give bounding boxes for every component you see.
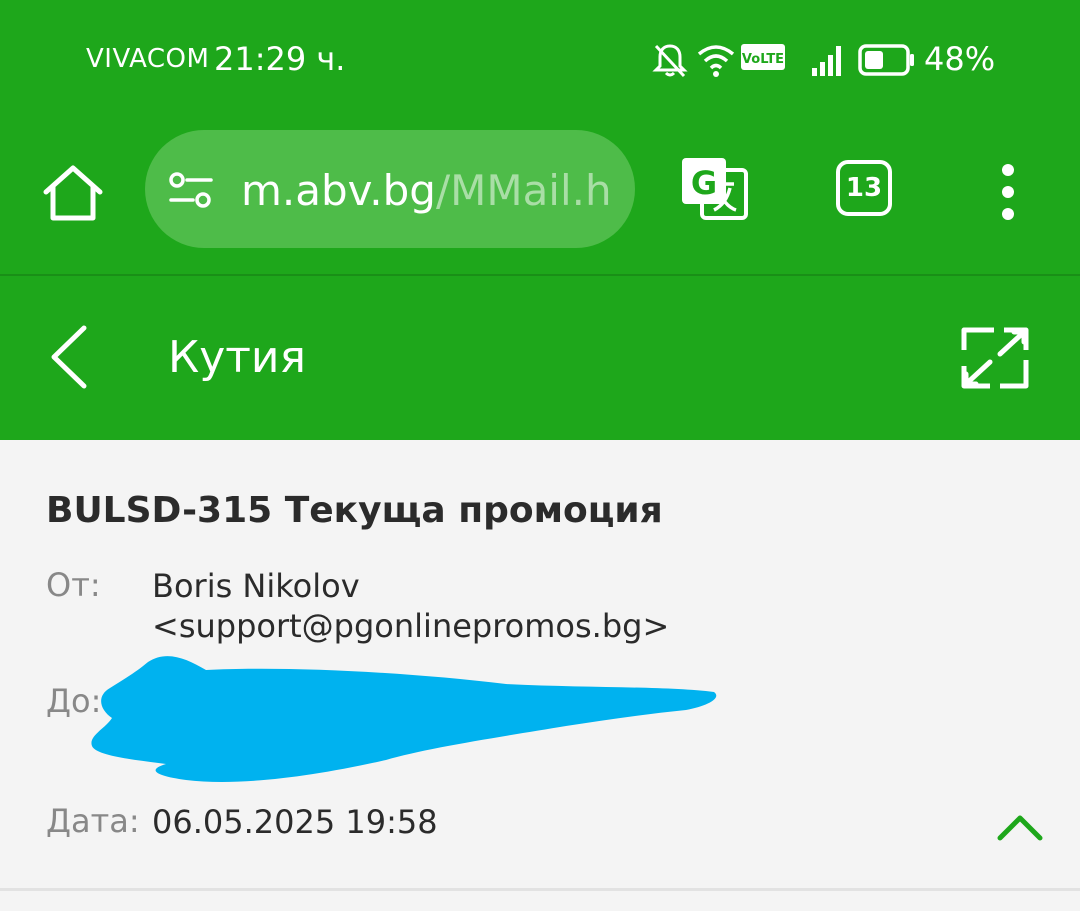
volte-icon: VoLTE bbox=[741, 44, 785, 70]
tabs-count-button[interactable]: 13 bbox=[836, 160, 892, 216]
carrier-name: VIVACOM bbox=[86, 44, 210, 74]
battery-icon bbox=[858, 44, 914, 76]
back-arrow-icon[interactable] bbox=[40, 322, 100, 392]
from-label: От: bbox=[46, 566, 101, 604]
battery-level-fill bbox=[865, 51, 883, 69]
bell-off-icon bbox=[652, 44, 688, 78]
message-details: BULSD-315 Текуща промоция От: Boris Niko… bbox=[0, 440, 1080, 911]
translate-icon[interactable]: G bbox=[678, 154, 750, 226]
tune-icon[interactable] bbox=[167, 170, 215, 210]
message-subject: BULSD-315 Текуща промоция bbox=[46, 490, 663, 531]
mail-header-bar: Кутия bbox=[0, 276, 1080, 440]
signal-icon bbox=[812, 46, 841, 76]
url-path: /MMail.h bbox=[435, 166, 612, 215]
details-divider bbox=[0, 888, 1080, 891]
battery-percent: 48% bbox=[924, 40, 996, 78]
redaction-scribble bbox=[91, 656, 717, 782]
date-label: Дата: bbox=[46, 802, 140, 840]
chevron-up-icon[interactable] bbox=[996, 808, 1044, 844]
expand-icon[interactable] bbox=[960, 326, 1030, 390]
address-bar[interactable]: m.abv.bg/MMail.h bbox=[145, 130, 635, 248]
from-value[interactable]: Boris Nikolov <support@pgonlinepromos.bg… bbox=[152, 566, 669, 646]
url-text[interactable]: m.abv.bg/MMail.h bbox=[241, 166, 612, 215]
from-email: <support@pgonlinepromos.bg> bbox=[152, 607, 670, 645]
more-vert-icon[interactable] bbox=[990, 162, 1026, 222]
from-name: Boris Nikolov bbox=[152, 567, 360, 605]
url-host: m.abv.bg bbox=[241, 166, 436, 215]
status-time: 21:29 ч. bbox=[214, 40, 346, 78]
home-icon[interactable] bbox=[40, 160, 106, 226]
svg-text:G: G bbox=[691, 164, 717, 202]
wifi-icon bbox=[697, 45, 735, 77]
browser-toolbar: m.abv.bg/MMail.h G 13 bbox=[0, 128, 1080, 274]
status-bar: VIVACOM 21:29 ч. VoLTE 48% bbox=[0, 0, 1080, 128]
page-title: Кутия bbox=[168, 332, 306, 383]
date-value: 06.05.2025 19:58 bbox=[152, 803, 438, 841]
svg-text:VoLTE: VoLTE bbox=[742, 52, 784, 67]
